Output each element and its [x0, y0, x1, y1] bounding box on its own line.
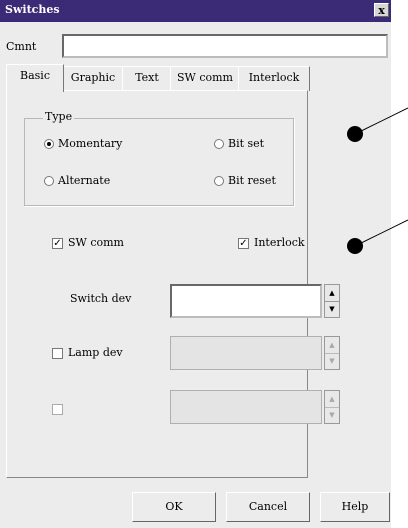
close-button[interactable]: x: [374, 3, 389, 17]
cancel-button[interactable]: Cancel: [226, 492, 310, 522]
momentary-radio[interactable]: [44, 139, 54, 149]
switch-dev-label: Switch dev: [70, 292, 132, 305]
callout-line-2: [354, 219, 408, 247]
third-dev-checkbox: [52, 404, 63, 415]
spin-down-icon: ▼: [329, 357, 335, 365]
type-group: [24, 118, 294, 206]
help-button[interactable]: Help: [320, 492, 390, 522]
lamp-dev-label[interactable]: Lamp dev: [68, 346, 123, 359]
spin-down-icon[interactable]: ▼: [325, 301, 339, 317]
switches-dialog: Switches x Cmnt Basic Graphic Text SW co…: [0, 0, 391, 528]
third-dev-spinner: ▲ ▼: [324, 390, 340, 424]
tab-interlock[interactable]: Interlock: [238, 66, 310, 91]
comment-label: Cmnt: [6, 40, 37, 53]
ok-button[interactable]: OK: [132, 492, 216, 522]
alternate-radio[interactable]: [44, 176, 54, 186]
lamp-dev-spinner: ▲ ▼: [324, 336, 340, 370]
type-group-label: Type: [43, 110, 75, 123]
bit-set-label[interactable]: Bit set: [228, 137, 264, 150]
bit-set-radio[interactable]: [214, 139, 224, 149]
switch-dev-input[interactable]: [170, 284, 322, 318]
tab-sw-comm[interactable]: SW comm: [170, 66, 240, 91]
callout-dot-2: [347, 238, 363, 254]
alternate-label[interactable]: Alternate: [58, 174, 110, 187]
interlock-checkbox[interactable]: ✓: [238, 238, 249, 249]
tab-text[interactable]: Text: [122, 66, 172, 91]
spin-down-icon: ▼: [329, 411, 335, 419]
lamp-dev-checkbox[interactable]: [52, 348, 63, 359]
bit-reset-radio[interactable]: [214, 176, 224, 186]
tab-graphic[interactable]: Graphic: [62, 66, 124, 91]
sw-comm-checkbox[interactable]: ✓: [52, 238, 63, 249]
switch-dev-spinner[interactable]: ▲ ▼: [324, 284, 340, 318]
sw-comm-label[interactable]: SW comm: [68, 236, 124, 249]
spin-up-icon: ▲: [325, 391, 339, 408]
third-dev-input: [170, 390, 322, 424]
callout-dot-1: [347, 126, 363, 142]
window-title: Switches: [5, 3, 60, 16]
lamp-dev-input: [170, 336, 322, 370]
callout-line-1: [354, 107, 408, 135]
spin-up-icon: ▲: [325, 337, 339, 354]
interlock-label[interactable]: Interlock: [254, 236, 305, 249]
tab-basic[interactable]: Basic: [6, 64, 64, 92]
comment-input[interactable]: [62, 34, 388, 58]
bit-reset-label[interactable]: Bit reset: [228, 174, 276, 187]
title-bar: Switches x: [0, 0, 391, 22]
momentary-label[interactable]: Momentary: [58, 137, 122, 150]
spin-up-icon[interactable]: ▲: [325, 285, 339, 302]
